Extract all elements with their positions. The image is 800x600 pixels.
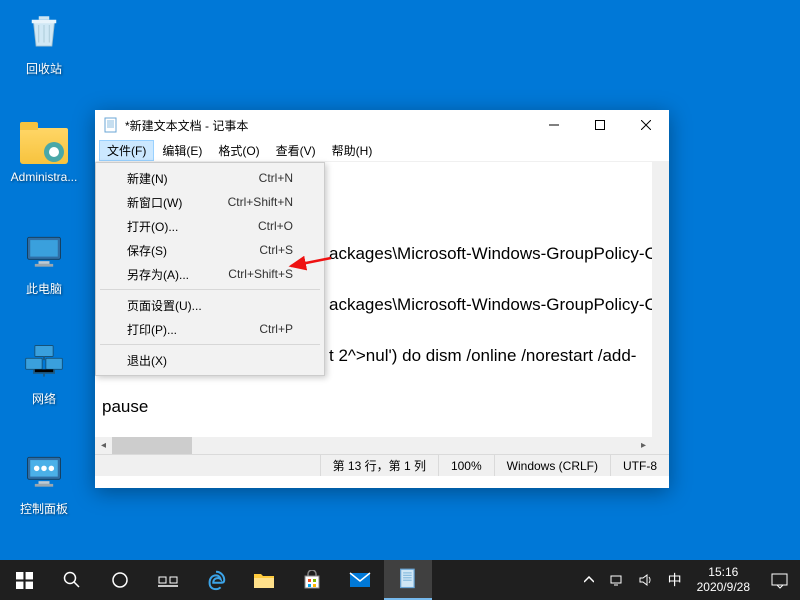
taskbar-file-explorer[interactable] <box>240 560 288 600</box>
status-line-ending: Windows (CRLF) <box>494 455 610 476</box>
taskbar-edge[interactable] <box>192 560 240 600</box>
desktop-icon-network[interactable]: 网络 <box>6 338 82 407</box>
tray-network-icon[interactable] <box>601 560 631 600</box>
scrollbar-thumb[interactable] <box>112 437 192 454</box>
status-encoding: UTF-8 <box>610 455 669 476</box>
menu-item-3[interactable]: 保存(S)Ctrl+S <box>99 238 321 262</box>
recycle-bin-icon <box>20 8 68 56</box>
search-button[interactable] <box>48 560 96 600</box>
tray-overflow-icon[interactable] <box>577 560 601 600</box>
tray-volume-icon[interactable] <box>631 560 661 600</box>
tray-ime[interactable]: 中 <box>661 560 689 600</box>
titlebar[interactable]: *新建文本文档 - 记事本 <box>95 110 669 140</box>
menu-item-7[interactable]: 打印(P)...Ctrl+P <box>99 317 321 341</box>
notepad-window: *新建文本文档 - 记事本 文件(F) 编辑(E) 格式(O) 查看(V) 帮助… <box>95 110 669 488</box>
tray-time: 15:16 <box>697 565 750 580</box>
menu-view[interactable]: 查看(V) <box>268 140 324 161</box>
taskbar-notepad[interactable] <box>384 560 432 600</box>
minimize-button[interactable] <box>531 110 577 140</box>
menu-item-6[interactable]: 页面设置(U)... <box>99 293 321 317</box>
menu-item-0[interactable]: 新建(N)Ctrl+N <box>99 166 321 190</box>
desktop-icon-recycle-bin[interactable]: 回收站 <box>6 8 82 77</box>
menu-edit[interactable]: 编辑(E) <box>154 140 210 161</box>
maximize-button[interactable] <box>577 110 623 140</box>
taskbar: 中 15:16 2020/9/28 <box>0 560 800 600</box>
cortana-button[interactable] <box>96 560 144 600</box>
system-tray: 中 15:16 2020/9/28 <box>577 560 800 600</box>
menu-item-1[interactable]: 新窗口(W)Ctrl+Shift+N <box>99 190 321 214</box>
menubar: 文件(F) 编辑(E) 格式(O) 查看(V) 帮助(H) <box>95 140 669 162</box>
desktop-icon-control-panel[interactable]: 控制面板 <box>6 448 82 517</box>
vertical-scrollbar[interactable] <box>652 162 669 437</box>
scroll-corner <box>652 437 669 454</box>
desktop-icon-label: 此电脑 <box>6 280 82 297</box>
task-view-button[interactable] <box>144 560 192 600</box>
desktop: 回收站 Administra... 此电脑 网络 控制面板 *新建文本文档 - … <box>0 0 800 560</box>
menu-file[interactable]: 文件(F) <box>99 140 154 161</box>
menu-help[interactable]: 帮助(H) <box>324 140 381 161</box>
statusbar: 第 13 行，第 1 列 100% Windows (CRLF) UTF-8 <box>95 454 669 476</box>
folder-icon <box>20 118 68 166</box>
menu-item-9[interactable]: 退出(X) <box>99 348 321 372</box>
horizontal-scrollbar[interactable]: ◂ ▸ <box>95 437 652 454</box>
taskbar-store[interactable] <box>288 560 336 600</box>
network-icon <box>20 338 68 386</box>
menu-item-2[interactable]: 打开(O)...Ctrl+O <box>99 214 321 238</box>
desktop-icon-label: 控制面板 <box>6 500 82 517</box>
desktop-icon-label: 回收站 <box>6 60 82 77</box>
scroll-right-arrow[interactable]: ▸ <box>635 437 652 454</box>
scroll-left-arrow[interactable]: ◂ <box>95 437 112 454</box>
notepad-icon <box>103 117 119 133</box>
file-menu-dropdown: 新建(N)Ctrl+N新窗口(W)Ctrl+Shift+N打开(O)...Ctr… <box>95 162 325 376</box>
tray-date: 2020/9/28 <box>697 580 750 595</box>
desktop-icon-this-pc[interactable]: 此电脑 <box>6 228 82 297</box>
window-title: *新建文本文档 - 记事本 <box>125 117 531 134</box>
desktop-icon-label: 网络 <box>6 390 82 407</box>
tray-clock[interactable]: 15:16 2020/9/28 <box>689 565 758 595</box>
menu-item-4[interactable]: 另存为(A)...Ctrl+Shift+S <box>99 262 321 286</box>
control-panel-icon <box>20 448 68 496</box>
pc-icon <box>20 228 68 276</box>
status-position: 第 13 行，第 1 列 <box>320 455 438 476</box>
taskbar-mail[interactable] <box>336 560 384 600</box>
status-zoom: 100% <box>438 455 494 476</box>
menu-format[interactable]: 格式(O) <box>210 140 267 161</box>
close-button[interactable] <box>623 110 669 140</box>
desktop-icon-label: Administra... <box>6 170 82 184</box>
tray-notifications-icon[interactable] <box>758 560 800 600</box>
start-button[interactable] <box>0 560 48 600</box>
desktop-icon-user-folder[interactable]: Administra... <box>6 118 82 184</box>
